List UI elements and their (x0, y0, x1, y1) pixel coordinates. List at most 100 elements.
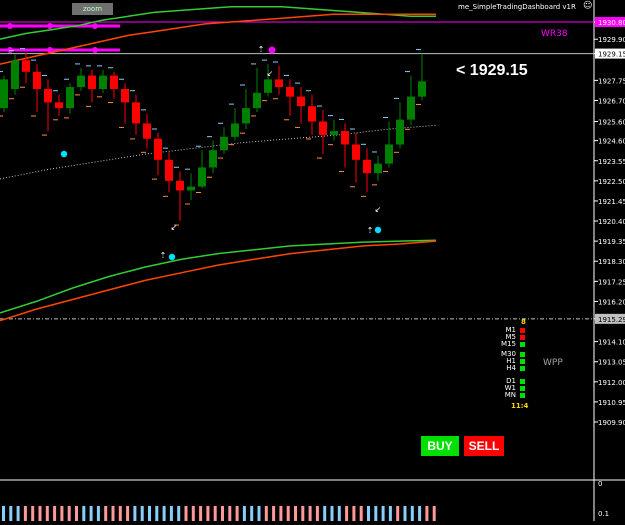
price-axis-label: 1930.80 (598, 19, 625, 27)
signal-dot (374, 226, 382, 234)
price-axis-label: 1922.50 (598, 178, 625, 186)
histogram-bar (352, 506, 356, 521)
price-axis-label: 1925.60 (598, 119, 625, 127)
histogram-bar (403, 506, 407, 521)
pivot-dot (92, 23, 98, 29)
dashboard-signal-square (520, 366, 525, 371)
candle-body (11, 60, 19, 89)
candle-body (77, 75, 85, 88)
histogram-bar (89, 506, 93, 521)
current-price-label: < 1929.15 (456, 62, 528, 79)
histogram-bar (257, 506, 261, 521)
histogram-bar (155, 506, 159, 521)
histogram-bar (410, 506, 414, 521)
price-axis-label: 1920.40 (598, 218, 625, 226)
histogram-bar (418, 506, 422, 521)
histogram-bar (381, 506, 385, 521)
price-axis-label: 1926.70 (598, 97, 625, 105)
price-axis-label: 1929.15 (598, 51, 625, 59)
indicator-title: me_SimpleTradingDashboard v1R (458, 3, 576, 11)
zoom-button[interactable]: zoom (72, 3, 113, 15)
histogram-bar (53, 506, 57, 521)
histogram-bar (75, 506, 78, 521)
histogram-bar (235, 506, 239, 521)
candle-body (330, 131, 338, 135)
wpp-label: WPP (543, 358, 563, 368)
price-axis-label: 1921.45 (598, 198, 625, 206)
candle-body (143, 123, 151, 139)
candle-body (341, 131, 349, 145)
histogram-bar (162, 506, 166, 521)
histogram-bar (9, 506, 13, 521)
price-axis-label: 1909.90 (598, 419, 625, 427)
candle-body (22, 60, 30, 72)
histogram-bar (388, 506, 392, 521)
histogram-bar (213, 506, 217, 521)
candle-body (319, 121, 327, 135)
dashboard-signal-square (520, 393, 525, 398)
histogram-bar (374, 506, 378, 521)
candle-body (374, 163, 382, 174)
candles-layer (0, 48, 426, 226)
histogram-bar (23, 506, 27, 521)
sell-button[interactable]: SELL (464, 436, 504, 456)
candle-body (231, 123, 239, 137)
down-arrow-mark: ↙ (267, 69, 274, 78)
histogram-bar (432, 506, 436, 521)
candle-body (44, 88, 52, 103)
dashboard-signal-square (520, 342, 525, 347)
histogram-bar (67, 506, 71, 521)
candle-body (242, 108, 250, 124)
histogram-bar (118, 506, 122, 521)
histogram-bar (140, 506, 144, 521)
histogram-bar (45, 506, 49, 521)
price-axis-label: 1914.10 (598, 339, 625, 347)
candle-body (264, 79, 272, 93)
histogram-bar (111, 506, 115, 521)
histogram-bar (279, 506, 283, 521)
indicator-lines-layer (0, 5, 594, 322)
dashboard-signal-square (520, 359, 525, 364)
up-arrow-mark: ⇡ (160, 251, 167, 260)
histogram-bar (126, 506, 130, 521)
price-chart[interactable]: ⇡ ⇡ ↙ ↙ ↙ ⇡ 1930.80 1929.90 1929.15 1927.75 1926.… (0, 0, 625, 521)
dashboard-header: 8 (521, 318, 526, 326)
dashboard-timer: 11:4 (511, 402, 529, 410)
chart-window[interactable]: ⇡ ⇡ ↙ ↙ ↙ ⇡ 1930.80 1929.90 1929.15 1927.75 1926.… (0, 0, 625, 521)
down-arrow-mark: ↙ (171, 223, 178, 232)
candle-body (88, 75, 96, 89)
candle-body (253, 92, 261, 109)
price-axis-label: 1915.29 (598, 316, 625, 324)
candle-body (352, 144, 360, 160)
histogram-bar (177, 506, 181, 521)
up-arrow-mark: ⇡ (258, 45, 265, 54)
histogram-bar (199, 506, 203, 521)
dashboard-timeframe-label: H4 (506, 364, 516, 372)
histogram-bar (148, 506, 151, 521)
candle-body (99, 75, 107, 89)
histogram-bar (96, 506, 100, 521)
price-axis-label: 1913.05 (598, 359, 625, 367)
dashboard-signal-square (520, 352, 525, 357)
histogram-bar (330, 506, 334, 521)
histogram-bar (286, 506, 290, 521)
histogram-bar (337, 506, 341, 521)
histogram-bar (169, 506, 173, 521)
histogram-bar (359, 506, 363, 521)
buy-button[interactable]: BUY (421, 436, 459, 456)
histogram-bar (2, 506, 5, 521)
histogram-bar (250, 506, 254, 521)
dashboard-signal-square (520, 386, 525, 391)
candle-body (418, 81, 426, 97)
price-axis-label: 1910.95 (598, 399, 625, 407)
histogram-bar (82, 506, 86, 521)
signal-marks-layer: ⇡ ⇡ ↙ ↙ ↙ ⇡ (60, 45, 382, 261)
candle-body (154, 138, 162, 160)
candle-body (33, 71, 41, 89)
price-axis: 1930.80 1929.90 1929.15 1927.75 1926.70 1925.… (594, 17, 625, 427)
histogram-bar (16, 506, 20, 521)
candle-body (308, 106, 316, 122)
candle-body (66, 87, 74, 109)
candle-body (385, 144, 393, 164)
histogram-bar (184, 506, 188, 521)
